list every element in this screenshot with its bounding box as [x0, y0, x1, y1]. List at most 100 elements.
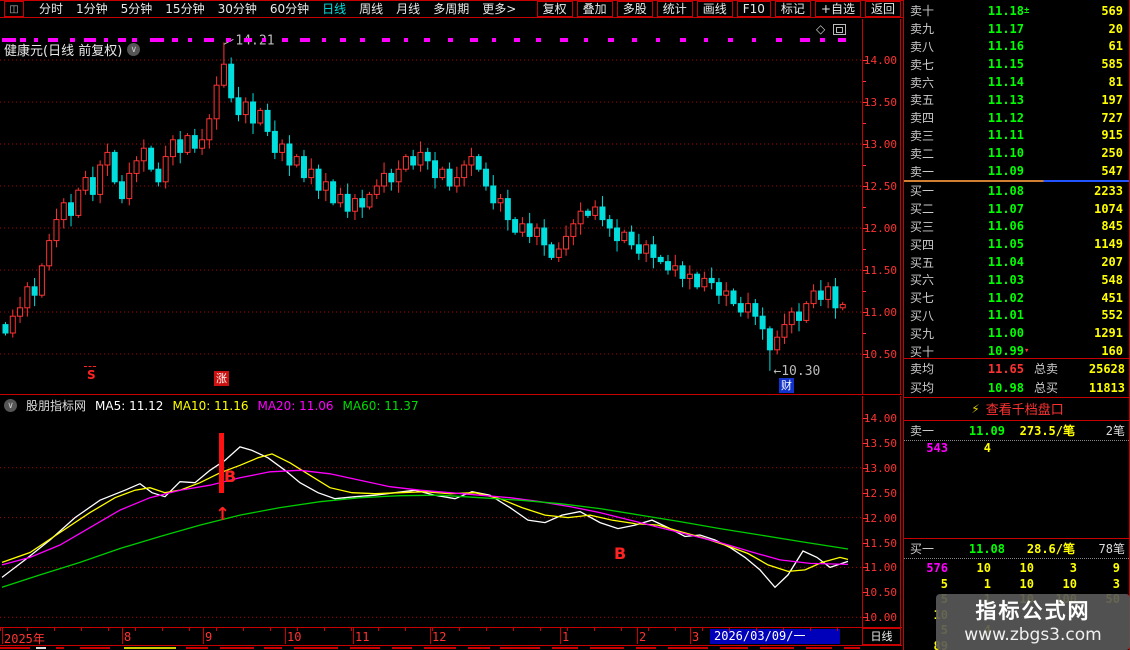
- buy-level-3[interactable]: 买三11.06845: [904, 218, 1129, 236]
- ob-volume: 548: [1036, 273, 1123, 287]
- buy-level-1[interactable]: 买一11.082233: [904, 182, 1129, 200]
- avg-price: 11.65: [962, 362, 1024, 376]
- ob-price: 11.18: [962, 4, 1024, 18]
- toolbar-period-2[interactable]: 1分钟: [76, 1, 108, 17]
- toolbar-button-9[interactable]: 返回: [865, 1, 901, 17]
- date-label-7: 1: [562, 630, 569, 644]
- sell-level-3[interactable]: 卖三11.11915: [904, 127, 1129, 145]
- ob-volume: 2233: [1036, 184, 1123, 198]
- ob-level-label: 买三: [910, 218, 962, 235]
- buy-level-7[interactable]: 买七11.02451: [904, 289, 1129, 307]
- indicator-name[interactable]: 股朋指标网: [26, 397, 86, 414]
- buy-level-9[interactable]: 买九11.001291: [904, 324, 1129, 342]
- title-dropdown-icon[interactable]: ∨: [127, 43, 140, 56]
- ob-volume: 61: [1036, 39, 1123, 53]
- axis-label: 14.00: [864, 412, 897, 425]
- symbol-name: 健康元(日线 前复权): [4, 40, 122, 59]
- sell-level-9[interactable]: 卖九11.1720: [904, 20, 1129, 38]
- toolbar-period-6[interactable]: 60分钟: [270, 1, 309, 17]
- chart-corner-tools: ◇: [816, 22, 846, 36]
- signal-mark: [800, 38, 810, 42]
- period-menu: ◫ 分时 1分钟 5分钟 15分钟 30分钟 60分钟日线周线月线多周期更多>: [0, 1, 537, 17]
- diamond-icon[interactable]: ◇: [816, 22, 825, 36]
- toolbar-button-2[interactable]: 叠加: [577, 1, 613, 17]
- signal-mark: [560, 38, 568, 42]
- indicator-dropdown-icon[interactable]: ∨: [4, 399, 17, 412]
- buy-level-8[interactable]: 买八11.01552: [904, 307, 1129, 325]
- date-label-4: 10: [287, 630, 301, 644]
- toolbar-button-8[interactable]: +自选: [815, 1, 861, 17]
- sell-signal-dash: [84, 366, 96, 367]
- signal-mark: [204, 38, 214, 42]
- ob-level-label: 卖三: [910, 127, 962, 144]
- sell-level-4[interactable]: 卖四11.12727: [904, 109, 1129, 127]
- ob-level-label: 买九: [910, 325, 962, 342]
- buy-level-5[interactable]: 买五11.04207: [904, 253, 1129, 271]
- sell-level-8[interactable]: 卖八11.1661: [904, 38, 1129, 56]
- tick-row-1: 576101039: [904, 561, 1130, 577]
- period-indicator[interactable]: 日线: [862, 628, 901, 645]
- toolbar-period-9[interactable]: 月线: [396, 1, 420, 17]
- ob-price: 11.06: [962, 219, 1024, 233]
- sell-level-7[interactable]: 卖七11.15585: [904, 55, 1129, 73]
- peak-price-label: 14.21: [235, 33, 274, 48]
- detail-label: 卖一: [910, 422, 950, 439]
- toolbar-button-7[interactable]: 标记: [775, 1, 811, 17]
- sell-level-5[interactable]: 卖五11.13197: [904, 91, 1129, 109]
- qiandang-button[interactable]: ⚡ 查看千档盘口: [904, 398, 1130, 419]
- toolbar-period-11[interactable]: 更多>: [482, 1, 516, 17]
- sell-level-6[interactable]: 卖六11.1481: [904, 73, 1129, 91]
- sell-level-2[interactable]: 卖二11.10250: [904, 144, 1129, 162]
- average-rows: 卖均11.65总卖25628买均10.98总买11813: [904, 359, 1130, 397]
- toolbar-button-3[interactable]: 多股: [617, 1, 653, 17]
- sell-level-1[interactable]: 卖一11.09547: [904, 162, 1129, 180]
- toolbar-button-6[interactable]: F10: [737, 1, 771, 17]
- toolbar-button-4[interactable]: 统计: [657, 1, 693, 17]
- toolbar-period-7[interactable]: 日线: [322, 1, 346, 17]
- layout-split-icon[interactable]: ◫: [4, 1, 24, 17]
- buy-level-4[interactable]: 买四11.051149: [904, 235, 1129, 253]
- toolbar-button-5[interactable]: 画线: [697, 1, 733, 17]
- signal-mark: [514, 38, 520, 42]
- main-candle-chart[interactable]: 14.21←10.30 健康元(日线 前复权) ∨ ◇ S 涨 财: [0, 19, 862, 394]
- signal-mark: [584, 38, 588, 42]
- toolbar-period-10[interactable]: 多周期: [433, 1, 469, 17]
- buy-level-2[interactable]: 买二11.071074: [904, 200, 1129, 218]
- toolbar-button-1[interactable]: 复权: [537, 1, 573, 17]
- toolbar-buttons: 复权叠加多股统计画线F10标记+自选返回: [537, 1, 903, 17]
- ob-mark: ▾: [1024, 346, 1036, 356]
- ob-price: 11.00: [962, 326, 1024, 340]
- axis-label: 14.00: [864, 54, 897, 67]
- main-price-axis: 14.0013.5013.0012.5012.0011.5011.0010.50: [862, 19, 901, 394]
- signal-mark: [118, 38, 126, 42]
- ob-price: 11.03: [962, 273, 1024, 287]
- sell1-detail: 卖一11.09273.5/笔2笔5434: [904, 421, 1130, 457]
- axis-label: 13.50: [864, 96, 897, 109]
- avg-label: 卖均: [910, 360, 962, 377]
- buy-mark-1: B: [224, 467, 236, 486]
- toolbar-period-5[interactable]: 30分钟: [218, 1, 257, 17]
- ob-level-label: 卖一: [910, 163, 962, 180]
- ob-volume: 197: [1036, 93, 1123, 107]
- signal-mark: [48, 38, 58, 42]
- ob-volume: 585: [1036, 57, 1123, 71]
- popup-window-icon[interactable]: [833, 24, 846, 35]
- toolbar-period-1[interactable]: 分时: [39, 1, 63, 17]
- ob-level-label: 买八: [910, 307, 962, 324]
- panel-divider[interactable]: [0, 394, 902, 395]
- toolbar-period-8[interactable]: 周线: [359, 1, 383, 17]
- indicator-chart[interactable]: B↑B: [0, 416, 862, 628]
- toolbar-period-3[interactable]: 5分钟: [121, 1, 153, 17]
- ob-volume: 727: [1036, 111, 1123, 125]
- ma-value-2: MA10: 11.16: [172, 399, 248, 413]
- date-axis[interactable]: 2026/03/09/一 2025年89101112123: [0, 628, 862, 645]
- tick-value: 10: [992, 561, 1034, 575]
- ma-line-ma60: [2, 495, 848, 587]
- toolbar-period-4[interactable]: 15分钟: [165, 1, 204, 17]
- ob-price: 11.01: [962, 308, 1024, 322]
- buy-level-6[interactable]: 买六11.03548: [904, 271, 1129, 289]
- ob-level-label: 卖四: [910, 109, 962, 126]
- axis-label: 13.00: [864, 138, 897, 151]
- sell1-sub-value: 543: [906, 441, 948, 455]
- sell-level-10[interactable]: 卖十11.18±569: [904, 2, 1129, 20]
